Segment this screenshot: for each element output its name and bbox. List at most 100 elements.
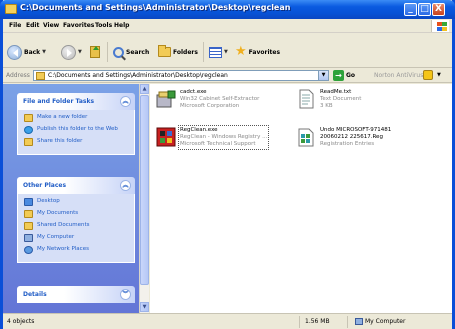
file-list: cadct.exe Win32 Cabinet Self-Extractor M…	[150, 84, 452, 313]
place-my-computer[interactable]: My Computer	[24, 234, 128, 242]
file-item-undo-reg[interactable]: Undo MICROSOFT-971481 20060212 225617.Re…	[296, 127, 391, 148]
status-divider	[299, 316, 300, 328]
file-type: Text Document	[320, 96, 362, 102]
address-bar: Address C:\Documents and Settings\Admini…	[3, 68, 452, 83]
file-folder-tasks-header[interactable]: File and Folder Tasks ︽	[17, 93, 135, 110]
regclean-app-icon	[156, 127, 176, 147]
collapse-chevron-icon[interactable]: ︽	[120, 180, 131, 191]
collapse-chevron-icon[interactable]: ︽	[120, 96, 131, 107]
favorites-button[interactable]: ★ Favorites	[235, 44, 280, 60]
file-name: RegClean.exe	[180, 127, 218, 133]
address-dropdown-icon[interactable]: ▼	[318, 71, 328, 80]
favorites-label: Favorites	[248, 48, 281, 56]
scroll-up-icon[interactable]: ▲	[140, 84, 149, 94]
window-title: C:\Documents and Settings\Administrator\…	[20, 3, 291, 12]
place-shared-documents[interactable]: Shared Documents	[24, 222, 128, 230]
status-location-label: My Computer	[365, 318, 406, 325]
views-icon	[209, 46, 222, 58]
shared-documents-icon	[24, 222, 33, 230]
menu-file[interactable]: File	[9, 22, 21, 29]
other-places-panel: Other Places ︽ Desktop My Documents Shar…	[17, 177, 135, 263]
title-bar[interactable]: C:\Documents and Settings\Administrator\…	[0, 0, 455, 19]
views-button[interactable]: ▼	[209, 44, 228, 60]
folder-up-icon	[90, 46, 100, 58]
status-object-count: 4 objects	[7, 318, 35, 325]
task-pane: File and Folder Tasks ︽ Make a new folde…	[3, 84, 149, 313]
menu-favorites[interactable]: Favorites	[63, 22, 94, 29]
menu-view[interactable]: View	[43, 22, 59, 29]
place-desktop[interactable]: Desktop	[24, 198, 128, 206]
file-name: cadct.exe	[180, 89, 207, 95]
windows-logo-icon	[431, 20, 449, 32]
minimize-button[interactable]: _	[404, 3, 417, 16]
new-folder-icon	[24, 114, 33, 122]
expand-chevron-icon[interactable]: ︾	[120, 289, 131, 300]
status-size: 1.56 MB	[305, 318, 330, 325]
folders-label: Folders	[173, 48, 198, 56]
toolbar: Back ▼ ▼ Search Folders ▼ ★ Favorites	[3, 34, 452, 68]
search-icon	[113, 46, 124, 58]
other-places-header[interactable]: Other Places ︽	[17, 177, 135, 194]
file-company: Microsoft Technical Support	[180, 141, 256, 147]
file-item-regclean[interactable]: RegClean.exe RegClean - Windows Registry…	[156, 125, 270, 150]
text-document-icon	[296, 89, 316, 109]
file-description: RegClean - Windows Registry ...	[180, 134, 268, 140]
file-item-cadct[interactable]: cadct.exe Win32 Cabinet Self-Extractor M…	[156, 89, 259, 110]
task-label: Make a new folder	[37, 114, 88, 120]
forward-button[interactable]: ▼	[61, 44, 82, 60]
explorer-window: C:\Documents and Settings\Administrator\…	[0, 0, 455, 329]
place-my-network[interactable]: My Network Places	[24, 246, 128, 254]
menu-edit[interactable]: Edit	[26, 22, 39, 29]
status-bar: 4 objects 1.56 MB My Computer	[3, 313, 452, 329]
file-type: Registration Entries	[320, 141, 375, 147]
file-name-continued: 20060212 225617.Reg	[320, 134, 383, 140]
address-input[interactable]: C:\Documents and Settings\Administrator\…	[33, 70, 329, 81]
status-divider	[347, 316, 348, 328]
norton-icon[interactable]	[423, 70, 433, 80]
place-label: My Documents	[37, 210, 79, 216]
file-company: Microsoft Corporation	[180, 103, 240, 109]
cabinet-installer-icon	[156, 89, 176, 109]
details-header[interactable]: Details ︾	[17, 286, 135, 303]
file-type: Win32 Cabinet Self-Extractor	[180, 96, 260, 102]
details-panel: Details ︾	[17, 286, 135, 303]
task-make-new-folder[interactable]: Make a new folder	[24, 114, 128, 122]
my-computer-icon	[24, 234, 33, 242]
folders-button[interactable]: Folders	[158, 44, 198, 60]
folders-icon	[158, 45, 171, 57]
task-share-folder[interactable]: Share this folder	[24, 138, 128, 146]
search-button[interactable]: Search	[113, 44, 149, 60]
go-arrow-icon: →	[333, 70, 344, 81]
publish-web-icon	[24, 126, 33, 134]
go-button[interactable]: → Go	[333, 70, 355, 81]
maximize-button[interactable]: □	[418, 3, 431, 16]
forward-dropdown-icon[interactable]: ▼	[78, 49, 82, 55]
file-name: ReadMe.txt	[320, 89, 352, 95]
place-label: My Computer	[37, 234, 75, 240]
scroll-thumb[interactable]	[140, 95, 149, 285]
file-item-readme[interactable]: ReadMe.txt Text Document 3 KB	[296, 89, 361, 110]
views-dropdown-icon[interactable]: ▼	[224, 49, 228, 55]
search-label: Search	[126, 48, 150, 56]
task-pane-scrollbar[interactable]: ▲ ▼	[139, 84, 149, 313]
up-button[interactable]	[90, 44, 100, 60]
menu-help[interactable]: Help	[114, 22, 129, 29]
back-button[interactable]: Back ▼	[7, 44, 46, 60]
folder-icon	[36, 72, 45, 80]
toolbar-divider	[107, 42, 108, 62]
share-folder-icon	[24, 138, 33, 146]
task-publish-folder[interactable]: Publish this folder to the Web	[24, 126, 128, 134]
back-label: Back	[24, 48, 41, 56]
my-documents-icon	[24, 210, 33, 218]
place-my-documents[interactable]: My Documents	[24, 210, 128, 218]
panel-title: Other Places	[23, 182, 67, 189]
scroll-down-icon[interactable]: ▼	[140, 302, 149, 312]
close-button[interactable]: X	[432, 3, 445, 16]
norton-dropdown-icon[interactable]: ▼	[437, 72, 441, 78]
norton-label: Norton AntiVirus	[374, 72, 424, 79]
back-dropdown-icon[interactable]: ▼	[42, 49, 46, 55]
address-label: Address	[6, 72, 30, 79]
menu-tools[interactable]: Tools	[95, 22, 112, 29]
toolbar-divider	[203, 42, 204, 62]
file-folder-tasks-body: Make a new folder Publish this folder to…	[17, 110, 135, 155]
